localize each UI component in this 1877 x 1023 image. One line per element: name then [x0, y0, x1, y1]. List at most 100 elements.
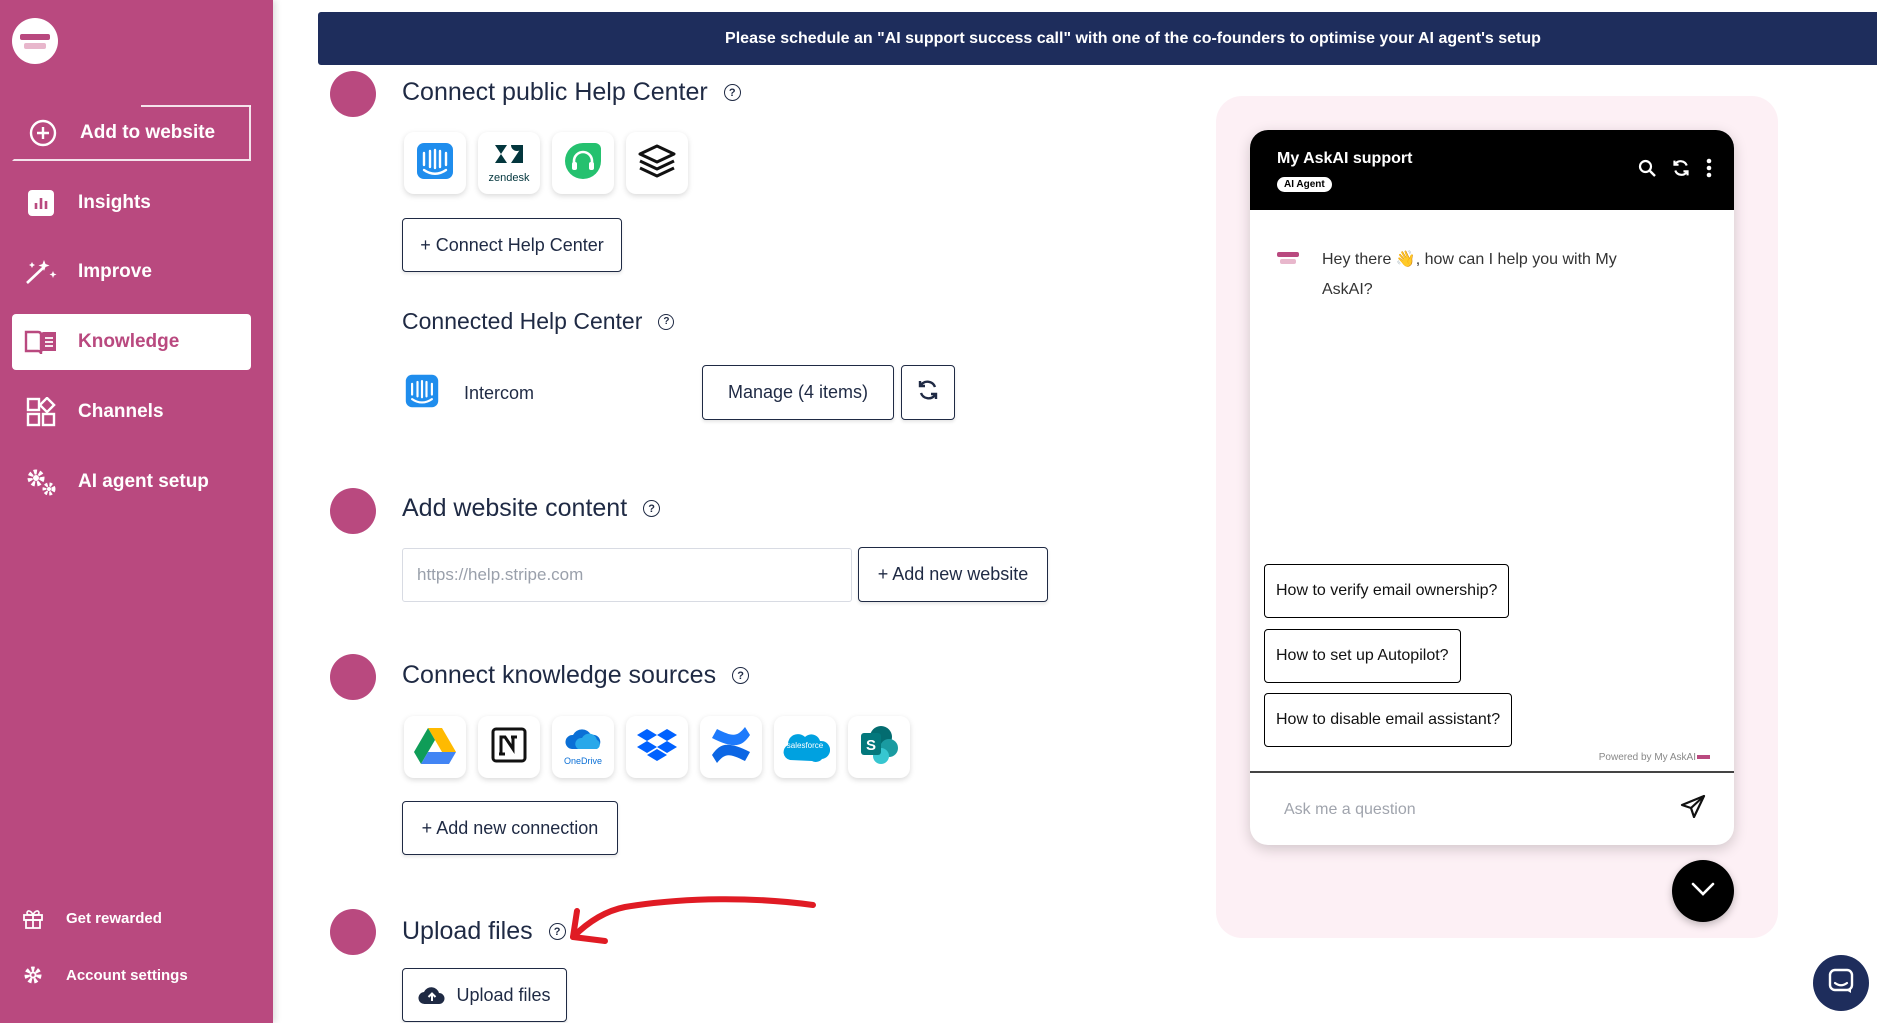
section-title-text: Add website content [402, 494, 628, 522]
section-title-help-center: Connect public Help Center ? [402, 78, 741, 107]
onedrive-tile[interactable]: OneDrive [552, 716, 614, 778]
salesforce-tile[interactable]: salesforce [774, 716, 836, 778]
sidebar-item-label: Knowledge [78, 331, 180, 352]
chat-divider [1250, 771, 1734, 773]
more-vertical-icon[interactable] [1706, 158, 1712, 183]
powered-by-logo [1697, 755, 1710, 759]
powered-by-label: Powered by My AskAI [1598, 752, 1696, 763]
sidebar-item-knowledge[interactable]: Knowledge [12, 314, 251, 370]
gitbook-tile[interactable] [626, 132, 688, 194]
sidebar-item-get-rewarded[interactable]: Get rewarded [20, 905, 162, 931]
sidebar-item-label: Insights [78, 192, 151, 213]
zendesk-tile[interactable]: zendesk [478, 132, 540, 194]
refresh-button[interactable] [901, 365, 955, 420]
section-title-sources: Connect knowledge sources ? [402, 661, 750, 690]
notion-tile[interactable] [478, 716, 540, 778]
sidebar-item-label: AI agent setup [78, 471, 209, 492]
sidebar-item-insights[interactable]: Insights [12, 175, 251, 231]
chat-input[interactable]: Ask me a question [1284, 801, 1416, 819]
sidebar-item-ai-agent-setup[interactable]: AI agent setup [12, 454, 251, 510]
intercom-icon [415, 141, 455, 186]
zendesk-label: zendesk [488, 171, 530, 184]
button-label: + Connect Help Center [420, 234, 604, 255]
chat-title: My AskAI support [1277, 150, 1413, 167]
help-icon[interactable]: ? [723, 84, 741, 101]
website-url-input[interactable]: https://help.stripe.com [402, 548, 852, 602]
salesforce-label: salesforce [786, 741, 824, 750]
gear-icon [20, 962, 46, 988]
app-logo[interactable] [12, 18, 58, 64]
sidebar-item-label: Add to website [80, 122, 216, 143]
step-marker [330, 71, 376, 117]
gitbook-icon [636, 142, 678, 185]
book-icon [22, 323, 60, 361]
sharepoint-icon: S [857, 723, 901, 772]
google-drive-icon [413, 725, 457, 770]
onedrive-icon [564, 728, 602, 756]
gears-icon [22, 463, 60, 501]
schedule-call-banner[interactable]: Please schedule an "AI support success c… [318, 12, 1877, 65]
gift-icon [20, 905, 46, 931]
step-marker [330, 654, 376, 700]
sparkle-wand-icon [22, 253, 60, 291]
add-connection-button[interactable]: + Add new connection [402, 801, 618, 855]
sharepoint-tile[interactable]: S [848, 716, 910, 778]
chat-widget: My AskAI support AI Agent Hey there 👋, h… [1250, 130, 1734, 845]
freshdesk-icon [563, 141, 603, 186]
sidebar-item-channels[interactable]: Channels [12, 384, 251, 440]
confluence-tile[interactable] [700, 716, 762, 778]
intercom-icon [404, 373, 440, 414]
chat-toggle-button[interactable] [1672, 860, 1734, 922]
button-label: Upload files [456, 984, 551, 1005]
dropbox-tile[interactable] [626, 716, 688, 778]
sidebar-item-improve[interactable]: Improve [12, 244, 251, 300]
chat-header: My AskAI support AI Agent [1250, 130, 1734, 210]
section-title-text: Connect public Help Center [402, 78, 708, 106]
button-label: Manage (4 items) [727, 382, 869, 402]
knowledge-source-providers: OneDrive salesforce S [404, 716, 910, 778]
onedrive-label: OneDrive [563, 755, 602, 766]
cloud-upload-icon [418, 985, 446, 1005]
step-marker [330, 488, 376, 534]
chat-bubble-icon [1828, 968, 1854, 999]
sidebar-item-label: Channels [78, 401, 164, 422]
sidebar-item-account-settings[interactable]: Account settings [20, 962, 188, 988]
suggestion-button[interactable]: How to disable email assistant? [1264, 693, 1513, 747]
suggestion-button[interactable]: How to verify email ownership? [1264, 564, 1510, 618]
manage-items-button[interactable]: Manage (4 items) [702, 365, 894, 420]
section-title-text: Upload files [402, 917, 533, 945]
sidebar-item-label: Get rewarded [66, 909, 162, 927]
salesforce-icon: salesforce [780, 730, 831, 764]
bot-avatar [1277, 252, 1299, 264]
chevron-down-icon [1690, 881, 1716, 902]
sidebar-item-label: Account settings [66, 966, 188, 984]
help-icon[interactable]: ? [548, 923, 566, 940]
add-website-button[interactable]: + Add new website [858, 547, 1048, 602]
plus-circle-icon [24, 114, 62, 152]
notion-icon [489, 725, 529, 770]
freshdesk-tile[interactable] [552, 132, 614, 194]
annotation-arrow-icon [570, 896, 816, 944]
refresh-icon[interactable] [1672, 159, 1690, 182]
bar-chart-icon [22, 184, 60, 222]
section-title-upload: Upload files ? [402, 917, 566, 946]
sidebar-item-add-to-website[interactable]: Add to website [12, 105, 251, 161]
dropbox-icon [637, 727, 677, 768]
upload-files-button[interactable]: Upload files [402, 968, 567, 1022]
help-icon[interactable]: ? [732, 667, 750, 684]
zendesk-icon [493, 143, 525, 170]
google-drive-tile[interactable] [404, 716, 466, 778]
svg-text:S: S [866, 737, 876, 754]
bot-greeting-message: Hey there 👋, how can I help you with My … [1322, 251, 1617, 298]
intercom-launcher-button[interactable] [1813, 955, 1869, 1011]
connect-help-center-button[interactable]: + Connect Help Center [402, 218, 622, 272]
suggestion-button[interactable]: How to set up Autopilot? [1264, 629, 1461, 683]
send-icon[interactable] [1680, 794, 1706, 823]
grid-apps-icon [22, 393, 60, 431]
search-icon[interactable] [1638, 159, 1656, 182]
help-icon[interactable]: ? [643, 500, 661, 517]
button-label: + Add new website [877, 564, 1029, 584]
intercom-tile[interactable] [404, 132, 466, 194]
section-title-text: Connected Help Center [402, 308, 643, 334]
help-icon[interactable]: ? [658, 313, 675, 330]
